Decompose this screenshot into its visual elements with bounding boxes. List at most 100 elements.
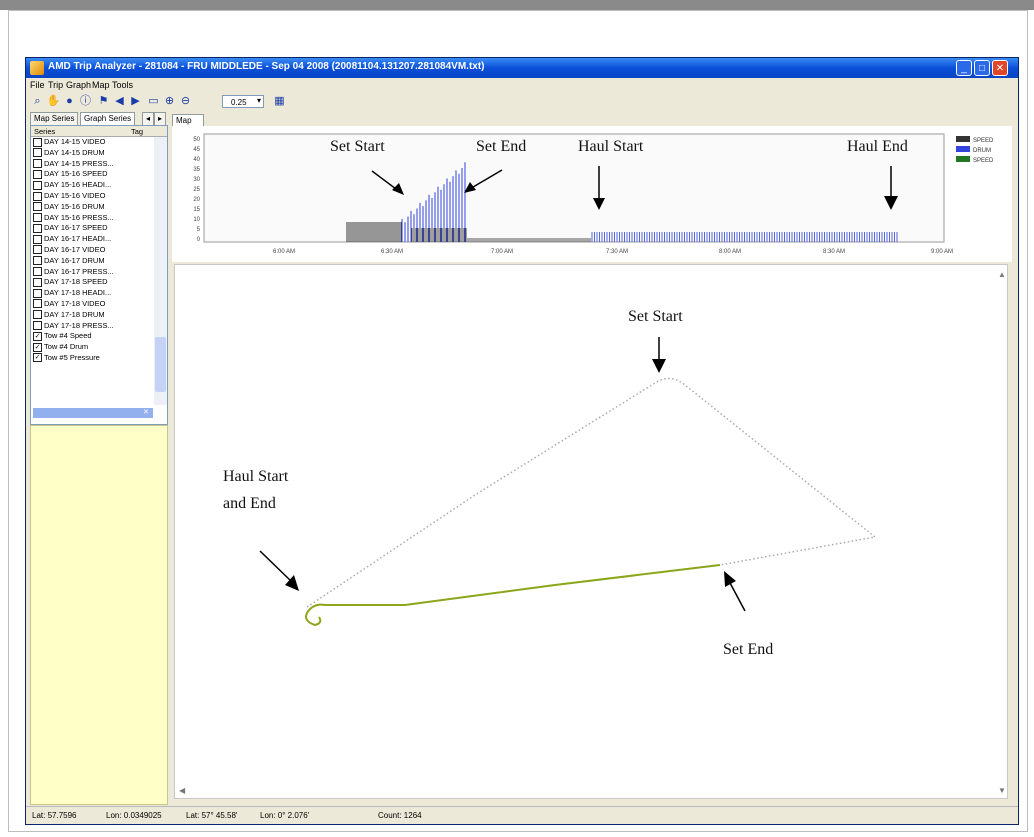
series-scrollbar[interactable] xyxy=(154,137,167,405)
series-checkbox[interactable] xyxy=(33,148,42,158)
select-box-icon[interactable]: ▭ xyxy=(146,94,161,109)
hand-icon[interactable]: ✋ xyxy=(46,94,61,109)
list-item[interactable]: DAY 16-17 SPEED xyxy=(33,223,153,234)
series-checkbox[interactable] xyxy=(33,180,42,190)
series-checkbox[interactable] xyxy=(33,202,42,212)
list-item[interactable]: DAY 17-18 DRUM xyxy=(33,310,153,321)
tab-graph-series[interactable]: Graph Series xyxy=(80,112,136,126)
graph-haul-end-label: Haul End xyxy=(847,138,908,155)
zoom-out-icon[interactable]: ⊖ xyxy=(178,94,193,109)
list-item[interactable]: DAY 15-16 SPEED xyxy=(33,169,153,180)
series-checkbox[interactable]: ✓ xyxy=(33,342,42,352)
list-item[interactable]: ✓ Tow #4 Speed xyxy=(33,331,153,342)
globe-icon[interactable]: ● xyxy=(62,94,77,109)
series-checkbox[interactable] xyxy=(33,321,42,331)
series-checkbox[interactable] xyxy=(33,213,42,223)
title-bar[interactable]: AMD Trip Analyzer - 281084 - FRU MIDDLED… xyxy=(26,58,1018,78)
list-item[interactable]: DAY 14-15 DRUM xyxy=(33,148,153,159)
map-view[interactable]: ▲ ▼ ◀ Set Start Haul Start and End Set E… xyxy=(174,264,1008,799)
list-item[interactable]: DAY 17-18 PRESS... xyxy=(33,321,153,332)
series-checkbox[interactable] xyxy=(33,277,42,287)
menu-tools[interactable]: Tools xyxy=(112,80,133,90)
list-item[interactable]: DAY 14-15 VIDEO xyxy=(33,137,153,148)
list-item[interactable]: DAY 15-16 DRUM xyxy=(33,202,153,213)
status-lat-dms: Lat: 57° 45.58' xyxy=(186,811,238,820)
list-item[interactable]: DAY 15-16 VIDEO xyxy=(33,191,153,202)
series-column-header[interactable]: Series xyxy=(34,127,55,136)
info-icon[interactable]: ⓘ xyxy=(78,94,93,109)
graph-set-start-label: Set Start xyxy=(330,138,385,155)
zoom-in-icon[interactable]: ⊕ xyxy=(162,94,177,109)
list-item[interactable]: ✓ Tow #5 Pressure xyxy=(33,353,153,364)
series-checkbox[interactable]: ✓ xyxy=(33,331,42,341)
series-checkbox[interactable] xyxy=(33,256,42,266)
calendar-icon[interactable]: ▦ xyxy=(272,94,287,109)
window-title: AMD Trip Analyzer - 281084 - FRU MIDDLED… xyxy=(48,61,485,72)
series-checkbox[interactable] xyxy=(33,169,42,179)
series-checkbox[interactable] xyxy=(33,191,42,201)
x-tick-label: 8:30 AM xyxy=(823,249,845,255)
map-haul-start-label-1: Haul Start xyxy=(223,468,289,485)
x-tick-label: 7:00 AM xyxy=(491,249,513,255)
series-checkbox[interactable] xyxy=(33,234,42,244)
list-item[interactable]: DAY 15-16 HEADI... xyxy=(33,180,153,191)
list-item[interactable]: DAY 16-17 DRUM xyxy=(33,256,153,267)
list-item[interactable]: DAY 16-17 PRESS... xyxy=(33,267,153,278)
close-icon[interactable]: ✕ xyxy=(143,408,149,418)
list-item[interactable]: DAY 14-15 PRESS... xyxy=(33,159,153,170)
flag-icon[interactable]: ⚑ xyxy=(96,94,111,109)
list-item[interactable]: DAY 17-18 VIDEO xyxy=(33,299,153,310)
list-item[interactable]: ✓ Tow #4 Drum xyxy=(33,342,153,353)
series-checkbox[interactable] xyxy=(33,223,42,233)
next-arrow-icon[interactable]: ▶ xyxy=(128,94,143,109)
menu-file[interactable]: File xyxy=(30,80,45,90)
menu-trip[interactable]: Trip xyxy=(48,80,63,90)
time-series-graph: 50 45 40 35 30 25 20 15 10 5 0 6:00 AM 6:30 AM 7:00 … xyxy=(172,126,1012,262)
graph-haul-start-label: Haul Start xyxy=(578,138,644,155)
scroll-left-icon[interactable]: ◀ xyxy=(179,786,186,795)
list-item[interactable]: DAY 17-18 HEADI... xyxy=(33,288,153,299)
minimize-button[interactable]: _ xyxy=(956,60,972,76)
list-item[interactable]: DAY 16-17 HEADI... xyxy=(33,234,153,245)
tab-scroll-left-icon[interactable]: ◂ xyxy=(142,112,155,126)
list-item[interactable]: DAY 15-16 PRESS... xyxy=(33,213,153,224)
prev-arrow-icon[interactable]: ◀ xyxy=(112,94,127,109)
scrollbar-thumb[interactable] xyxy=(155,337,166,392)
series-checkbox[interactable] xyxy=(33,288,42,298)
legend-label: DRUM xyxy=(973,148,991,154)
tab-map[interactable]: Map xyxy=(172,114,204,126)
list-item[interactable]: DAY 16-17 VIDEO xyxy=(33,245,153,256)
series-checkbox[interactable] xyxy=(33,299,42,309)
series-label: DAY 17-18 HEADI... xyxy=(44,288,112,298)
arrowhead-map-set-end xyxy=(724,571,736,587)
series-checkbox[interactable] xyxy=(33,137,42,147)
series-checkbox[interactable] xyxy=(33,267,42,277)
series-list: DAY 14-15 VIDEO DAY 14-15 DRUM DAY 14-15 P… xyxy=(33,137,153,364)
scroll-down-icon[interactable]: ▼ xyxy=(998,786,1006,795)
menu-graph[interactable]: Graph xyxy=(66,80,91,90)
maximize-button[interactable]: □ xyxy=(974,60,990,76)
series-label: Tow #4 Drum xyxy=(44,342,89,352)
list-item[interactable]: DAY 17-18 SPEED xyxy=(33,277,153,288)
tab-map-series[interactable]: Map Series xyxy=(30,112,79,126)
chevron-down-icon[interactable]: ▾ xyxy=(257,96,261,105)
series-label: DAY 16-17 PRESS... xyxy=(44,266,114,276)
scroll-up-icon[interactable]: ▲ xyxy=(998,270,1006,279)
close-button[interactable]: ✕ xyxy=(992,60,1008,76)
x-tick-label: 6:00 AM xyxy=(273,249,295,255)
arrow-map-haul-start xyxy=(259,550,294,584)
series-checkbox[interactable]: ✓ xyxy=(33,353,42,363)
y-tick-label: 45 xyxy=(193,147,200,153)
menu-map[interactable]: Map xyxy=(92,80,110,90)
series-checkbox[interactable] xyxy=(33,159,42,169)
series-checkbox[interactable] xyxy=(33,245,42,255)
series-checkbox[interactable] xyxy=(33,310,42,320)
app-icon xyxy=(30,61,44,75)
selected-bar[interactable]: ✕ xyxy=(33,408,153,418)
series-label: Tow #5 Pressure xyxy=(44,352,100,362)
haul-track xyxy=(305,564,721,627)
tab-scroll-right-icon[interactable]: ▸ xyxy=(154,112,167,126)
y-tick-label: 35 xyxy=(193,167,200,173)
tag-column-header[interactable]: Tag xyxy=(131,127,143,136)
search-icon[interactable]: ⌕ xyxy=(30,94,45,109)
